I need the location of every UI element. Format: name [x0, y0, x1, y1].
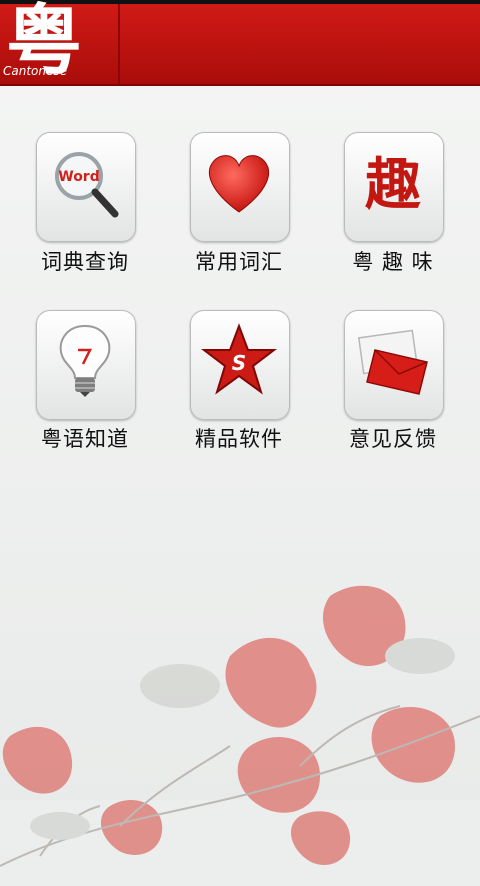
qu-character-icon: 趣: [365, 152, 421, 218]
star-icon: S: [201, 323, 277, 395]
app-logo: 粤 Cantonese: [0, 0, 120, 85]
dictionary-search-button[interactable]: Word: [36, 132, 136, 242]
flower-background-illustration: [0, 585, 480, 867]
word-text: Word: [58, 169, 100, 185]
cantonese-fun-label: 粤 趣 味: [352, 250, 434, 274]
main-content: Word 词典查询 常用词汇 趣 粤 趣 味 粤语知道 S 精品软件 意见反馈: [0, 86, 480, 867]
common-vocabulary-label: 常用词汇: [195, 250, 283, 274]
lightbulb-icon: [59, 324, 111, 397]
feedback-button[interactable]: [344, 310, 444, 420]
star-letter: S: [232, 351, 246, 375]
common-vocabulary-button[interactable]: [190, 132, 290, 242]
featured-software-label: 精品软件: [195, 427, 283, 451]
envelope-icon: [357, 329, 428, 395]
cantonese-fun-button[interactable]: 趣: [344, 132, 444, 242]
word-search-icon: Word: [55, 152, 119, 218]
featured-software-button[interactable]: S: [190, 310, 290, 420]
heart-icon: [209, 155, 269, 213]
qu-character: 趣: [365, 152, 421, 218]
feedback-label: 意见反馈: [349, 427, 437, 451]
app-header: 粤 Cantonese: [0, 0, 480, 86]
cantonese-knowledge-label: 粤语知道: [41, 427, 129, 451]
cantonese-knowledge-button[interactable]: [36, 310, 136, 420]
logo-subtitle: Cantonese: [3, 64, 68, 78]
dictionary-search-label: 词典查询: [41, 250, 129, 274]
